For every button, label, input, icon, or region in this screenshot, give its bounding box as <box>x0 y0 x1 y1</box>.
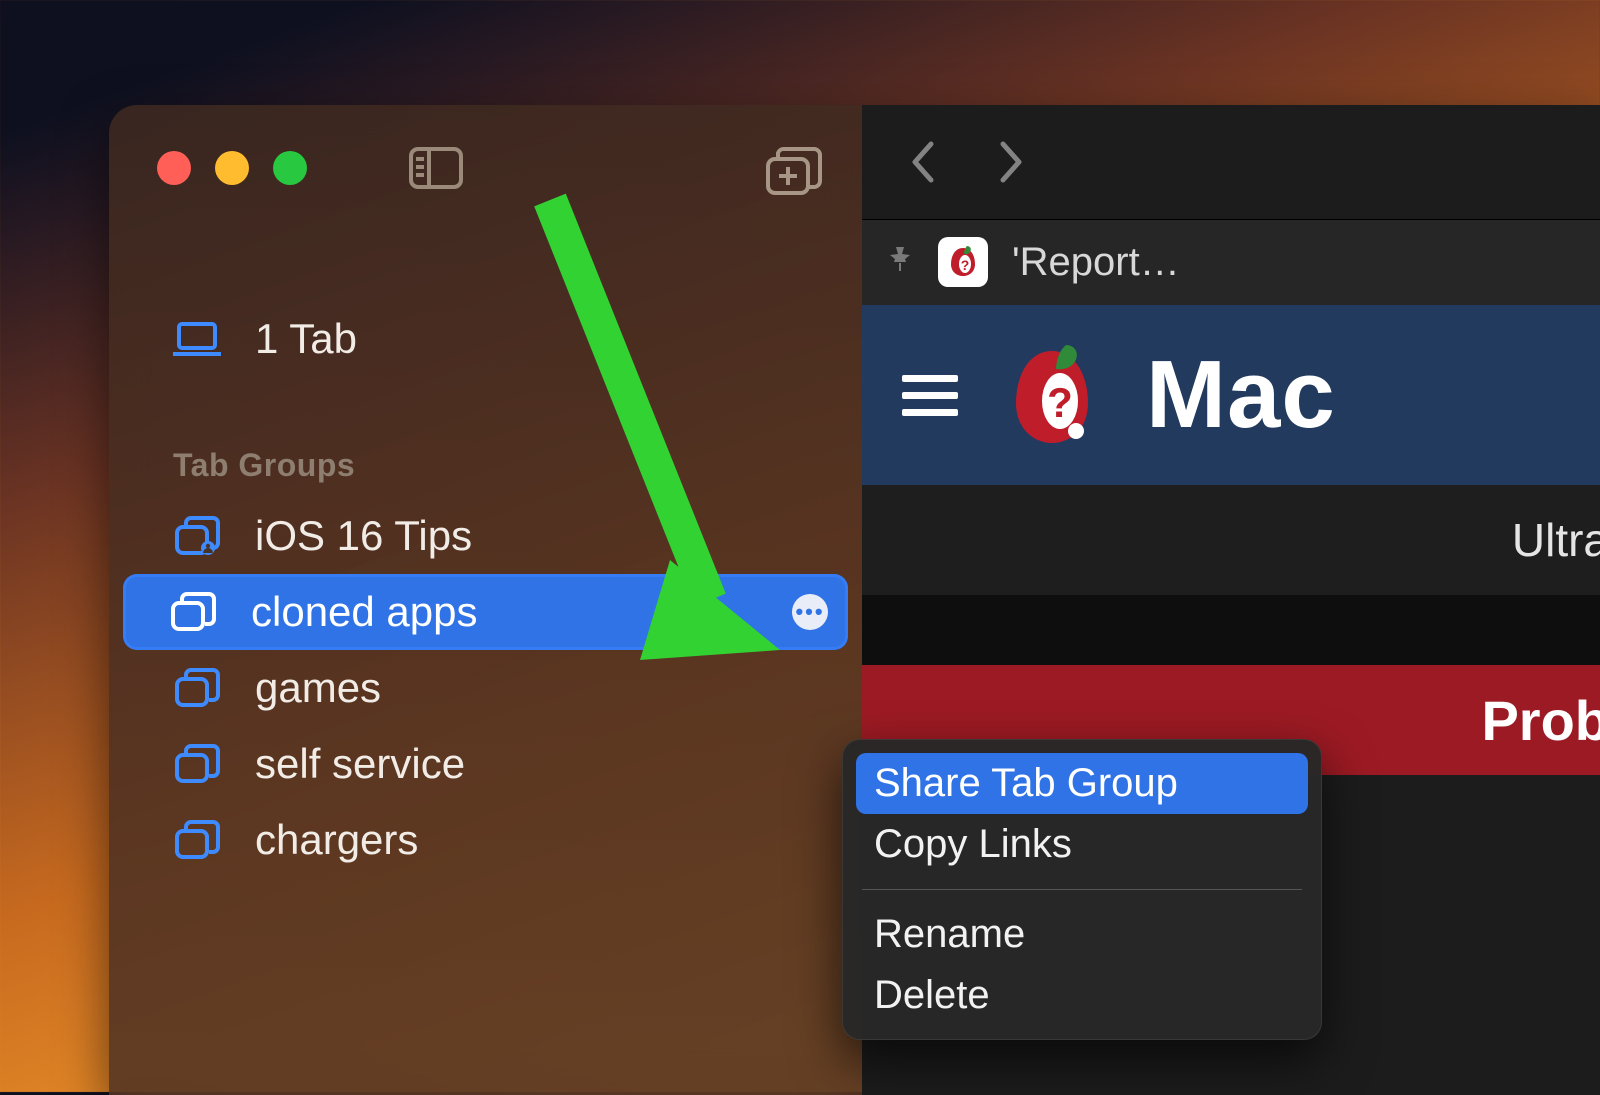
tab-strip: ? 'Report… <box>862 219 1600 305</box>
back-button[interactable] <box>900 140 944 184</box>
red-band-text: Prob <box>1481 688 1600 753</box>
sidebar-tab-group[interactable]: iOS 16 Tips <box>127 498 844 574</box>
pin-icon <box>886 245 914 280</box>
tab-group-label: chargers <box>255 816 418 864</box>
sidebar-tab-group[interactable]: games <box>127 650 844 726</box>
context-menu-item-copy[interactable]: Copy Links <box>856 814 1308 875</box>
forward-button[interactable] <box>990 140 1034 184</box>
headline-text: Ultra <box>1512 513 1600 567</box>
sidebar-local-tabs[interactable]: 1 Tab <box>127 301 844 377</box>
svg-text:?: ? <box>1047 379 1073 426</box>
zoom-window-button[interactable] <box>273 151 307 185</box>
context-menu-item-delete[interactable]: Delete <box>856 965 1308 1026</box>
toolbar <box>862 105 1600 219</box>
laptop-icon <box>173 319 221 359</box>
tab-group-more-button[interactable]: ••• <box>792 594 828 630</box>
tab-group-icon <box>173 668 221 708</box>
site-brand-text: Mac <box>1146 340 1336 450</box>
tab-favicon: ? <box>938 237 988 287</box>
sidebar-section-title: Tab Groups <box>109 447 862 484</box>
safari-window: 1 Tab Tab Groups iOS 16 Tips <box>109 105 1600 1095</box>
hamburger-menu-button[interactable] <box>902 365 958 426</box>
headline-row[interactable]: Ultra <box>862 485 1600 595</box>
tab-group-label: cloned apps <box>251 588 478 636</box>
new-tab-group-button[interactable] <box>764 147 822 197</box>
tab-group-label: self service <box>255 740 465 788</box>
window-traffic-lights <box>109 147 862 189</box>
tab-group-shared-icon <box>173 516 221 556</box>
site-logo-icon: ? <box>994 337 1110 453</box>
tab-title[interactable]: 'Report… <box>1012 240 1180 285</box>
dark-band <box>862 595 1600 665</box>
tab-group-label: iOS 16 Tips <box>255 512 472 560</box>
svg-text:?: ? <box>961 257 970 273</box>
toggle-sidebar-button[interactable] <box>409 147 463 189</box>
site-header: ? Mac <box>862 305 1600 485</box>
tab-group-label: games <box>255 664 381 712</box>
sidebar-tab-group[interactable]: self service <box>127 726 844 802</box>
context-menu-item-rename[interactable]: Rename <box>856 904 1308 965</box>
context-menu-separator <box>862 889 1302 890</box>
close-window-button[interactable] <box>157 151 191 185</box>
context-menu: Share Tab Group Copy Links Rename Delete <box>842 739 1322 1040</box>
tab-group-icon <box>173 744 221 784</box>
tab-group-icon <box>169 592 217 632</box>
sidebar: 1 Tab Tab Groups iOS 16 Tips <box>109 105 862 1095</box>
minimize-window-button[interactable] <box>215 151 249 185</box>
sidebar-tab-group-selected[interactable]: cloned apps ••• <box>123 574 848 650</box>
tab-group-icon <box>173 820 221 860</box>
sidebar-local-tabs-label: 1 Tab <box>255 315 357 363</box>
sidebar-tab-group[interactable]: chargers <box>127 802 844 878</box>
context-menu-item-share[interactable]: Share Tab Group <box>856 753 1308 814</box>
